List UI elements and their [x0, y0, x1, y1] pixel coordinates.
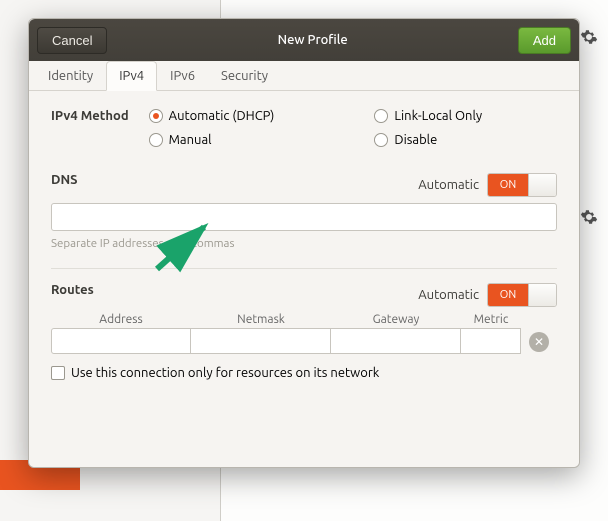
dialog-body: IPv4 Method Automatic (DHCP) Manual [29, 91, 579, 467]
routes-col-gateway: Gateway [331, 313, 461, 328]
tab-security[interactable]: Security [208, 61, 281, 91]
toggle-on-label: ON [488, 174, 528, 196]
add-button[interactable]: Add [518, 27, 571, 54]
dns-automatic-toggle[interactable]: ON [487, 173, 557, 197]
routes-col-metric: Metric [461, 313, 521, 328]
radio-icon [149, 133, 163, 147]
dns-label: DNS [51, 173, 78, 187]
route-netmask-input[interactable] [191, 328, 331, 354]
routes-col-netmask: Netmask [191, 313, 331, 328]
divider [51, 268, 557, 269]
radio-label: Disable [394, 133, 437, 147]
routes-automatic-label: Automatic [418, 288, 479, 302]
gear-icon[interactable] [580, 28, 598, 49]
tab-identity[interactable]: Identity [35, 61, 106, 91]
radio-disable[interactable]: Disable [374, 133, 482, 147]
tab-ipv4[interactable]: IPv4 [106, 61, 157, 91]
radio-label: Automatic (DHCP) [169, 109, 275, 123]
tab-bar: Identity IPv4 IPv6 Security [29, 61, 579, 91]
dns-automatic-label: Automatic [418, 178, 479, 192]
only-resources-label: Use this connection only for resources o… [71, 366, 379, 380]
cancel-button[interactable]: Cancel [37, 27, 107, 54]
routes-label: Routes [51, 283, 94, 297]
route-metric-input[interactable] [461, 328, 521, 354]
routes-col-address: Address [51, 313, 191, 328]
route-delete-button[interactable]: ✕ [529, 332, 549, 352]
titlebar: Cancel New Profile Add [29, 19, 579, 61]
radio-link-local-only[interactable]: Link-Local Only [374, 109, 482, 123]
radio-automatic-dhcp[interactable]: Automatic (DHCP) [149, 109, 275, 123]
only-resources-checkbox[interactable] [51, 366, 65, 380]
ipv4-method-label: IPv4 Method [51, 109, 129, 123]
gear-icon[interactable] [580, 208, 598, 229]
radio-icon [374, 133, 388, 147]
toggle-knob [528, 174, 556, 196]
radio-manual[interactable]: Manual [149, 133, 275, 147]
radio-label: Link-Local Only [394, 109, 482, 123]
tab-ipv6[interactable]: IPv6 [157, 61, 208, 91]
radio-icon [374, 109, 388, 123]
radio-icon [149, 109, 163, 123]
radio-label: Manual [169, 133, 212, 147]
route-gateway-input[interactable] [331, 328, 461, 354]
new-profile-dialog: Cancel New Profile Add Identity IPv4 IPv… [28, 18, 580, 468]
dns-input[interactable] [51, 203, 557, 231]
routes-automatic-toggle[interactable]: ON [487, 283, 557, 307]
dns-hint: Separate IP addresses with commas [51, 237, 557, 250]
toggle-on-label: ON [488, 284, 528, 306]
routes-table: Address Netmask Gateway Metric ✕ [51, 313, 557, 354]
route-address-input[interactable] [51, 328, 191, 354]
toggle-knob [528, 284, 556, 306]
close-icon: ✕ [534, 335, 544, 349]
dialog-title: New Profile [107, 33, 517, 47]
